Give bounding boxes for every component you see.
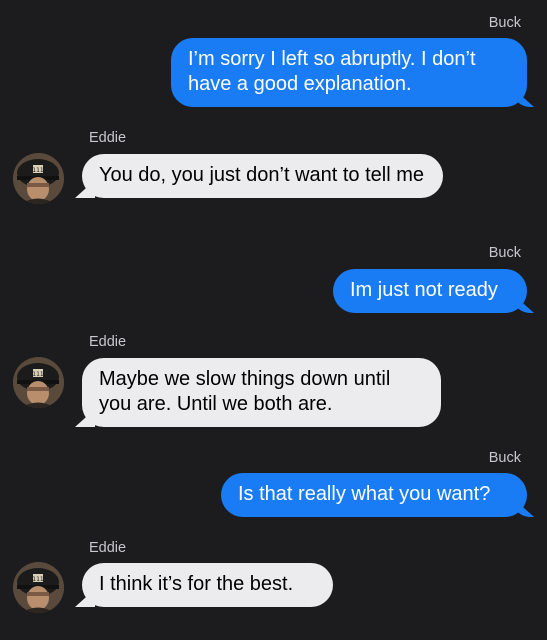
sender-name: Eddie bbox=[89, 334, 127, 350]
outgoing-message-bubble[interactable]: I’m sorry I left so abruptly. I don’t ha… bbox=[171, 38, 527, 107]
contact-avatar[interactable]: 111 bbox=[13, 153, 64, 204]
contact-avatar[interactable]: 111 bbox=[13, 357, 64, 408]
svg-text:111: 111 bbox=[32, 576, 44, 583]
svg-text:111: 111 bbox=[32, 371, 44, 378]
sender-name: Buck bbox=[488, 15, 521, 31]
contact-avatar[interactable]: 111 bbox=[13, 562, 64, 613]
incoming-message-bubble[interactable]: You do, you just don’t want to tell me bbox=[82, 154, 443, 198]
outgoing-message-bubble[interactable]: Im just not ready bbox=[333, 269, 527, 313]
incoming-message-bubble[interactable]: Maybe we slow things down until you are.… bbox=[82, 358, 441, 427]
incoming-message-bubble[interactable]: I think it’s for the best. bbox=[82, 563, 333, 607]
firefighter-icon: 111 bbox=[13, 562, 64, 613]
sender-name: Buck bbox=[488, 245, 521, 261]
message-thread: Buck I’m sorry I left so abruptly. I don… bbox=[0, 0, 547, 640]
outgoing-message-bubble[interactable]: Is that really what you want? bbox=[221, 473, 527, 517]
sender-name: Eddie bbox=[89, 130, 127, 146]
sender-name: Eddie bbox=[89, 540, 127, 556]
sender-name: Buck bbox=[488, 450, 521, 466]
svg-text:111: 111 bbox=[32, 167, 44, 174]
firefighter-icon: 111 bbox=[13, 153, 64, 204]
firefighter-icon: 111 bbox=[13, 357, 64, 408]
